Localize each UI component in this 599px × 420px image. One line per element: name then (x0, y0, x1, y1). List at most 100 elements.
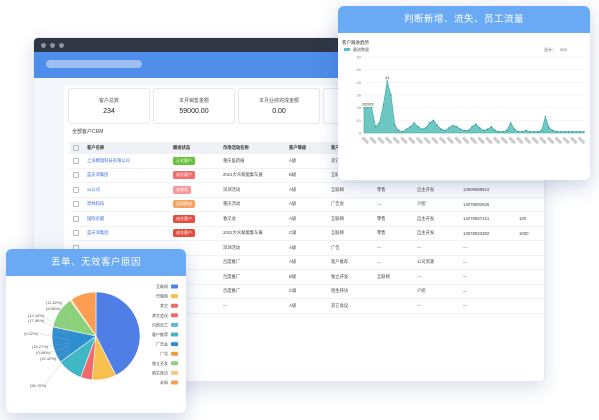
address-bar[interactable] (46, 60, 142, 68)
legend-swatch[interactable] (171, 380, 178, 385)
cell-source: 陌生拜访 (328, 284, 374, 299)
window-minimize-dot[interactable] (50, 42, 55, 48)
cell-origin: 自主开发 (414, 226, 460, 241)
row-checkbox[interactable] (70, 168, 84, 183)
select-all-checkbox[interactable] (70, 142, 84, 154)
data-label: 41 (385, 76, 389, 80)
cell-industry: --- (374, 240, 414, 256)
legend-label: 其它 (160, 302, 168, 308)
cell-status: 成交客户 (170, 226, 220, 241)
data-point (440, 128, 442, 130)
legend-swatch[interactable] (171, 332, 178, 337)
table-row[interactable]: 国际名都 成交客户 春交会 A级 互联网 零售 自主开发 13278657121 100 (70, 211, 544, 227)
data-point (536, 131, 539, 133)
x-tick-label (438, 136, 447, 145)
data-point (579, 131, 581, 133)
cell-customer-name[interactable]: 蓝天湾集团 (84, 226, 170, 241)
cell-phone: 13678923382 (460, 226, 516, 241)
column-header[interactable]: 市场活动名称 (220, 142, 286, 154)
cell-level: C级 (286, 226, 328, 241)
row-checkbox[interactable] (70, 182, 84, 198)
status-badge: 成交客户 (173, 214, 195, 223)
data-point (498, 131, 500, 133)
column-header[interactable]: 跟进状态 (170, 142, 220, 154)
table-row[interactable]: 蓝天湾集团 成交客户 2021大众赋能集车展 C级 互联网 零售 自主开发 136789233… (70, 226, 544, 241)
crm-table-title: 全部客户CRM (72, 129, 104, 135)
cell-industry: 零售 (374, 182, 414, 198)
cell-phone: --- (460, 240, 516, 256)
y-tick-label: 20 (357, 105, 362, 110)
legend-swatch[interactable] (171, 361, 178, 366)
cell-level: A级 (286, 154, 328, 169)
cell-origin: 自主开发 (414, 211, 460, 227)
data-label: 20 (370, 103, 374, 107)
data-point (564, 131, 566, 133)
x-tick-label (477, 136, 486, 145)
cell-level: C级 (286, 284, 328, 299)
cell-status: 成交客户 (170, 168, 220, 183)
pie-percent-label: (55.76%) (30, 383, 47, 388)
column-header[interactable]: 客户名称 (84, 142, 170, 154)
window-maximize-dot[interactable] (59, 42, 64, 48)
legend-swatch[interactable] (171, 284, 178, 289)
cell-customer-name[interactable]: xx公司 (84, 182, 170, 198)
stat-card-customers: 客户总数 234 (68, 88, 150, 124)
column-header[interactable]: 客户等级 (286, 142, 328, 154)
x-tick-label (577, 136, 586, 145)
legend-label: 独立开发 (152, 360, 168, 366)
row-checkbox[interactable] (70, 154, 84, 169)
cell-origin: 自主开发 (414, 182, 460, 198)
legend-swatch[interactable] (171, 370, 178, 375)
x-tick-label (415, 136, 424, 145)
data-point (405, 128, 408, 130)
legend-swatch[interactable] (171, 342, 178, 347)
data-point (479, 127, 481, 129)
cell-customer-name[interactable]: 蓝天湾集团 (84, 168, 170, 183)
legend-swatch[interactable] (171, 313, 178, 318)
cell-customer-name[interactable]: 黑林科技 (84, 197, 170, 212)
x-tick-label (515, 136, 524, 145)
cell-source: 互联网 (328, 211, 374, 227)
cell-amount: 100 (516, 211, 544, 227)
data-point (374, 125, 377, 128)
legend-swatch[interactable] (171, 322, 178, 327)
cell-industry (374, 284, 414, 299)
data-point (444, 129, 446, 132)
x-tick-label (508, 136, 516, 145)
cell-source: 广告会 (328, 197, 374, 212)
data-point (533, 131, 535, 133)
data-point (367, 106, 369, 109)
data-point (452, 124, 454, 127)
legend-swatch[interactable] (171, 351, 178, 356)
cell-activity: 春交会 (220, 211, 286, 227)
cell-amount (516, 284, 544, 299)
row-checkbox[interactable] (70, 226, 84, 241)
legend-swatch[interactable] (171, 303, 178, 308)
row-checkbox[interactable] (70, 197, 84, 212)
row-checkbox[interactable] (70, 211, 84, 227)
data-point (517, 131, 520, 133)
cell-status: 后续跟进 (170, 197, 220, 212)
data-point (509, 122, 512, 124)
cell-amount (516, 240, 544, 256)
window-close-dot[interactable] (41, 42, 46, 48)
data-point (482, 129, 485, 132)
trend-chart-title: 客户跟进趋势 (342, 39, 369, 46)
data-point (467, 129, 469, 132)
data-point (560, 131, 562, 133)
cell-source: 独立开发 (328, 269, 374, 285)
legend-swatch[interactable] (171, 294, 178, 299)
data-point (432, 119, 435, 122)
data-point (455, 125, 458, 128)
data-point (521, 131, 523, 133)
total-value: 203 (560, 47, 567, 52)
table-row[interactable]: xx公司 未联系 深圳活动 A级 互联网 零售 自主开发 13009988912 (70, 182, 544, 198)
table-row[interactable]: 黑林科技 后续跟进 重庆活动 A级 广告会 --- 介绍 13078932626 (70, 197, 544, 212)
x-tick-label (554, 136, 563, 145)
cell-customer-name[interactable]: 国际名都 (84, 211, 170, 227)
cell-customer-name[interactable]: 上海楷瑞科技有限公司 (84, 154, 170, 169)
cell-source: 互联网 (328, 182, 374, 198)
cell-source: 其它会议 (328, 298, 374, 314)
data-point (502, 131, 504, 133)
stat-label: 本月业绩完成金额 (258, 98, 299, 104)
